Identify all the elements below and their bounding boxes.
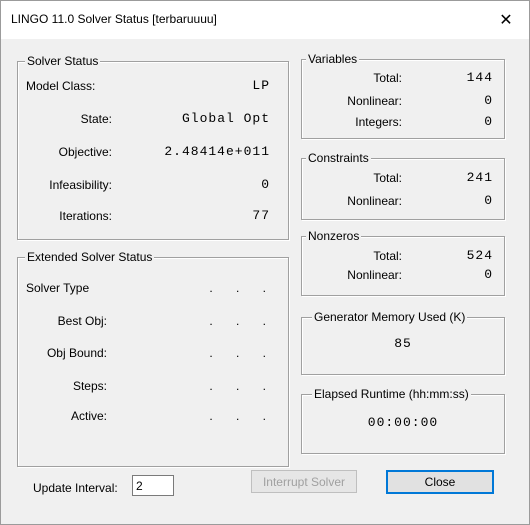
window-title: LINGO 11.0 Solver Status [terbaruuuu] xyxy=(11,12,217,26)
steps-label: Steps: xyxy=(72,379,107,393)
solver-status-group: Solver Status Model Class: LP State: Glo… xyxy=(17,54,289,240)
variables-nonlinear-label: Nonlinear: xyxy=(347,94,402,108)
constraints-total-label: Total: xyxy=(373,171,402,185)
nonzeros-title: Nonzeros xyxy=(306,229,362,243)
model-class-value: LP xyxy=(252,78,270,93)
infeasibility-label: Infeasibility: xyxy=(49,178,112,192)
close-button-label: Close xyxy=(424,475,456,489)
solver-type-label: Solver Type xyxy=(26,281,90,295)
iterations-label: Iterations: xyxy=(59,209,112,223)
variables-integers-value: 0 xyxy=(484,114,493,129)
solver-status-title: Solver Status xyxy=(25,54,101,68)
close-icon: ✕ xyxy=(499,12,513,29)
iterations-value: 77 xyxy=(252,208,270,223)
elapsed-runtime-value: 00:00:00 xyxy=(367,415,439,430)
title-bar: LINGO 11.0 Solver Status [terbaruuuu] ✕ xyxy=(1,1,529,39)
close-window-button[interactable]: ✕ xyxy=(483,1,529,39)
variables-total-label: Total: xyxy=(373,71,402,85)
nonzeros-nonlinear-value: 0 xyxy=(484,267,493,282)
constraints-title: Constraints xyxy=(306,151,371,165)
variables-title: Variables xyxy=(306,52,360,66)
generator-memory-group: Generator Memory Used (K) 85 xyxy=(301,310,505,375)
best-obj-label: Best Obj: xyxy=(57,314,107,328)
constraints-group: Constraints Total: 241 Nonlinear: 0 xyxy=(301,151,505,220)
elapsed-runtime-title: Elapsed Runtime (hh:mm:ss) xyxy=(312,387,471,401)
nonzeros-total-value: 524 xyxy=(466,248,493,263)
solver-type-value: . . . xyxy=(209,281,276,295)
constraints-nonlinear-value: 0 xyxy=(484,193,493,208)
variables-group: Variables Total: 144 Nonlinear: 0 Intege… xyxy=(301,52,505,139)
generator-memory-title: Generator Memory Used (K) xyxy=(312,310,468,324)
state-label: State: xyxy=(80,112,112,126)
solver-status-window: LINGO 11.0 Solver Status [terbaruuuu] ✕ … xyxy=(0,0,530,525)
elapsed-runtime-group: Elapsed Runtime (hh:mm:ss) 00:00:00 xyxy=(301,387,505,454)
update-interval-input[interactable] xyxy=(132,475,174,496)
variables-integers-label: Integers: xyxy=(355,115,402,129)
update-interval-label: Update Interval: xyxy=(33,481,118,495)
extended-solver-status-group: Extended Solver Status Solver Type Best … xyxy=(17,250,289,467)
nonzeros-group: Nonzeros Total: 524 Nonlinear: 0 xyxy=(301,229,505,296)
generator-memory-value: 85 xyxy=(394,336,412,351)
active-value: . . . xyxy=(209,409,276,423)
objective-value: 2.48414e+011 xyxy=(164,144,270,159)
dialog-body: Solver Status Model Class: LP State: Glo… xyxy=(1,39,529,524)
best-obj-value: . . . xyxy=(209,314,276,328)
constraints-total-value: 241 xyxy=(466,170,493,185)
obj-bound-label: Obj Bound: xyxy=(46,346,107,360)
interrupt-solver-label: Interrupt Solver xyxy=(262,474,346,489)
nonzeros-nonlinear-label: Nonlinear: xyxy=(347,268,402,282)
nonzeros-total-label: Total: xyxy=(373,249,402,263)
variables-total-value: 144 xyxy=(466,70,493,85)
infeasibility-value: 0 xyxy=(261,177,270,192)
variables-nonlinear-value: 0 xyxy=(484,93,493,108)
model-class-label: Model Class: xyxy=(26,79,96,93)
extended-solver-status-title: Extended Solver Status xyxy=(25,250,155,264)
state-value: Global Opt xyxy=(181,111,270,126)
active-label: Active: xyxy=(70,409,107,423)
constraints-nonlinear-label: Nonlinear: xyxy=(347,194,402,208)
close-button[interactable]: Close xyxy=(386,470,494,494)
obj-bound-value: . . . xyxy=(209,346,276,360)
steps-value: . . . xyxy=(209,379,276,393)
interrupt-solver-button[interactable]: Interrupt Solver xyxy=(251,470,357,493)
objective-label: Objective: xyxy=(58,145,112,159)
